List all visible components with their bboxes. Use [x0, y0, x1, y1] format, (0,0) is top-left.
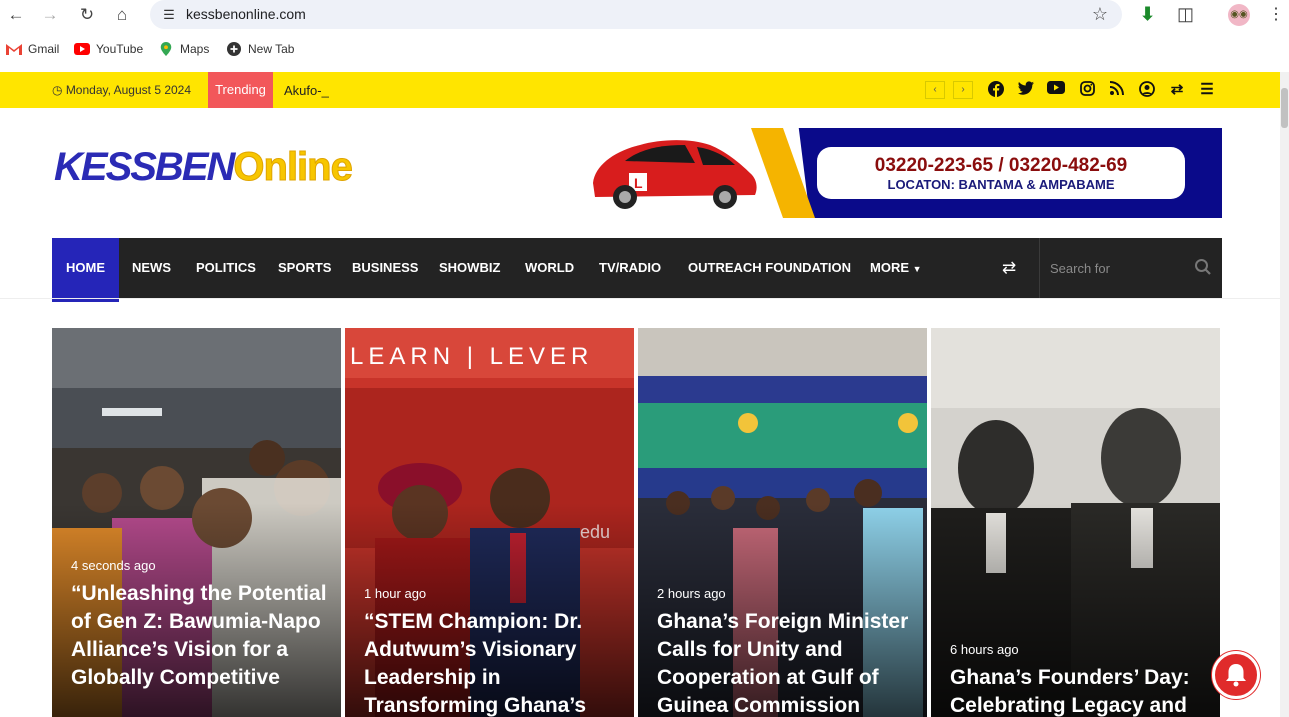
banner-contact-box: 03220-223-65 / 03220-482-69 LOCATON: BAN… — [817, 147, 1185, 199]
card-title[interactable]: “Unleashing the Potential of Gen Z: Bawu… — [71, 580, 331, 692]
gmail-icon — [6, 44, 22, 55]
random-article-icon[interactable]: ⇄ — [1002, 258, 1016, 278]
forward-icon[interactable]: → — [38, 3, 62, 27]
clock-icon: ◷ — [52, 83, 66, 97]
card-title[interactable]: Ghana’s Founders’ Day: Celebrating Legac… — [950, 664, 1210, 717]
notification-bell-button[interactable] — [1212, 651, 1260, 699]
svg-text:L: L — [634, 175, 643, 191]
new-tab-icon — [227, 42, 241, 56]
ticker-prev-button[interactable]: ‹ — [925, 81, 945, 99]
rss-icon[interactable] — [1107, 81, 1127, 100]
nav-more-label: MORE — [870, 260, 909, 275]
news-card[interactable]: 2 hours ago Ghana’s Foreign Minister Cal… — [638, 328, 927, 717]
bookmark-youtube[interactable]: YouTube — [74, 42, 143, 56]
bookmark-star-icon[interactable]: ☆ — [1092, 4, 1108, 25]
reload-icon[interactable]: ↻ — [75, 3, 99, 27]
news-card[interactable]: LEARN | LEVER edu 1 hour ago “STEM Champ… — [345, 328, 634, 717]
menu-icon[interactable]: ☰ — [1197, 81, 1217, 99]
card-timestamp: 4 seconds ago — [71, 558, 156, 573]
trending-ticker[interactable]: Akufo-_ — [284, 83, 329, 98]
nav-home[interactable]: HOME — [52, 238, 119, 302]
card-title[interactable]: Ghana’s Foreign Minister Calls for Unity… — [657, 608, 917, 717]
browser-menu-icon[interactable]: ⋮ — [1268, 4, 1284, 24]
logo-text-kessben: KESSBEN — [54, 145, 235, 189]
home-icon[interactable]: ⌂ — [110, 3, 134, 27]
card-timestamp: 2 hours ago — [657, 586, 726, 601]
profile-avatar[interactable]: ◉◉ — [1228, 4, 1250, 26]
bookmark-gmail[interactable]: Gmail — [6, 42, 59, 56]
page-scrollbar[interactable] — [1280, 72, 1289, 717]
header-divider — [0, 298, 1280, 299]
nav-tv-radio[interactable]: TV/RADIO — [599, 238, 661, 298]
nav-more[interactable]: MORE ▼ — [870, 238, 922, 298]
bookmark-label: New Tab — [248, 42, 295, 56]
news-card[interactable]: 6 hours ago Ghana’s Founders’ Day: Celeb… — [931, 328, 1220, 717]
nav-showbiz[interactable]: SHOWBIZ — [439, 238, 500, 298]
site-info-icon[interactable]: ☰ — [160, 6, 178, 24]
logo-text-online: Online — [233, 145, 353, 190]
youtube-icon[interactable] — [1046, 81, 1066, 99]
banner-location: LOCATON: BANTAMA & AMPABAME — [887, 177, 1115, 192]
ticker-next-button[interactable]: › — [953, 81, 973, 99]
download-icon[interactable]: ⬇ — [1140, 4, 1155, 24]
bookmark-maps[interactable]: Maps — [158, 42, 209, 56]
bookmark-new-tab[interactable]: New Tab — [226, 42, 294, 56]
news-card[interactable]: 4 seconds ago “Unleashing the Potential … — [52, 328, 341, 717]
caret-down-icon: ▼ — [912, 264, 922, 274]
search-input[interactable] — [1050, 259, 1190, 277]
nav-news[interactable]: NEWS — [132, 238, 171, 298]
bookmark-label: Maps — [180, 42, 210, 56]
date-text: Monday, August 5 2024 — [65, 83, 192, 97]
scrollbar-thumb[interactable] — [1281, 88, 1288, 128]
twitter-icon[interactable] — [1016, 81, 1036, 100]
banner-phone-numbers: 03220-223-65 / 03220-482-69 — [874, 155, 1128, 176]
maps-icon — [160, 42, 172, 56]
bookmark-label: YouTube — [96, 42, 144, 56]
url-text[interactable]: kessbenonline.com — [186, 6, 306, 22]
nav-outreach-foundation[interactable]: OUTREACH FOUNDATION — [688, 238, 851, 298]
search-icon[interactable] — [1194, 258, 1212, 276]
instagram-icon[interactable] — [1077, 81, 1097, 101]
nav-business[interactable]: BUSINESS — [352, 238, 418, 298]
car-image: L — [593, 140, 757, 209]
card-title[interactable]: “STEM Champion: Dr. Adutwum’s Visionary … — [364, 608, 624, 717]
bell-icon — [1226, 664, 1246, 687]
advertisement-banner[interactable]: L 03220-223-65 / 03220-482-69 LOCATON: B… — [585, 128, 1222, 218]
bookmarks-bar: Gmail YouTube Maps New Tab — [0, 38, 1289, 63]
browser-toolbar: ← → ↻ ⌂ ☰ kessbenonline.com ☆ ⬇ ◫ ◉◉ ⋮ — [0, 0, 1289, 30]
card-timestamp: 6 hours ago — [950, 642, 1019, 657]
top-bar: ◷ Monday, August 5 2024 Trending Akufo-_… — [0, 72, 1280, 108]
card-timestamp: 1 hour ago — [364, 586, 427, 601]
bookmark-label: Gmail — [28, 42, 60, 56]
nav-sports[interactable]: SPORTS — [278, 238, 331, 298]
extensions-icon[interactable]: ◫ — [1177, 4, 1194, 24]
site-logo[interactable]: KESSBEN Online — [54, 145, 353, 190]
main-navigation: HOME NEWS POLITICS SPORTS BUSINESS SHOWB… — [52, 238, 1222, 302]
trending-label: Trending — [208, 72, 273, 108]
youtube-icon — [74, 43, 90, 55]
current-date: ◷ Monday, August 5 2024 — [52, 83, 191, 97]
nav-politics[interactable]: POLITICS — [196, 238, 256, 298]
nav-world[interactable]: WORLD — [525, 238, 574, 298]
address-bar[interactable]: ☰ kessbenonline.com ☆ — [150, 0, 1122, 29]
facebook-icon[interactable] — [986, 81, 1006, 102]
search-box — [1039, 238, 1222, 298]
svg-text:LEARN | LEVER: LEARN | LEVER — [350, 343, 593, 370]
random-article-icon[interactable]: ⇄ — [1167, 81, 1187, 99]
back-icon[interactable]: ← — [4, 3, 28, 27]
user-login-icon[interactable] — [1137, 81, 1157, 102]
